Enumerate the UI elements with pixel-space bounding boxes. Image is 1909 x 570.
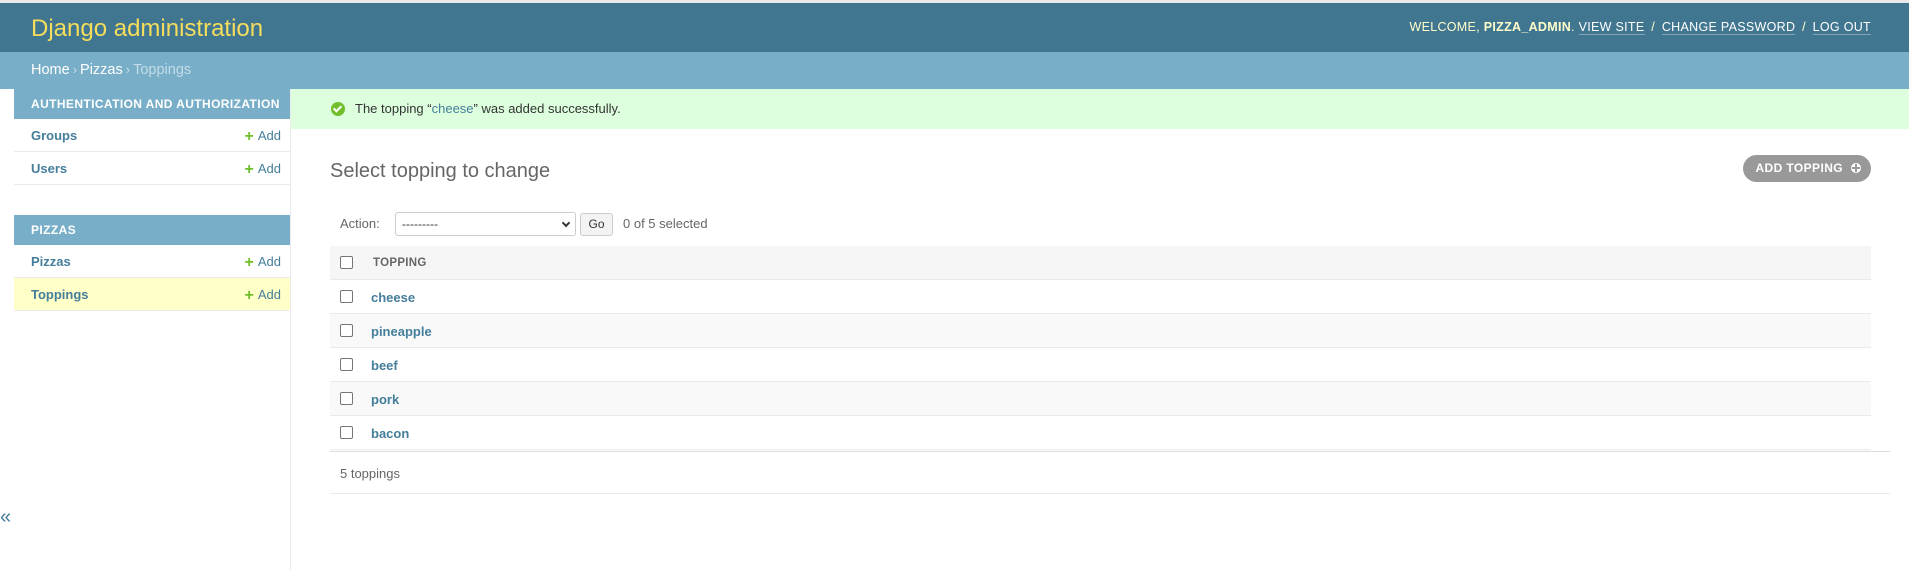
add-label: Add — [257, 161, 281, 176]
add-pizzas-link[interactable]: + Add — [244, 254, 281, 271]
sidebar-item-groups: Groups + Add — [14, 119, 290, 152]
go-button[interactable]: Go — [580, 213, 613, 236]
table-row: bacon — [330, 416, 1871, 450]
nav-sidebar: Authentication and Authorization Groups … — [14, 89, 291, 570]
user-tools: Welcome, pizza_admin. View site / Change… — [1409, 20, 1871, 35]
action-select[interactable]: --------- — [395, 212, 576, 236]
table-header: Topping — [330, 246, 1871, 280]
toggle-sidebar-button[interactable]: « — [0, 506, 11, 529]
add-label: Add — [257, 254, 281, 269]
topping-link[interactable]: beef — [371, 358, 398, 373]
chevron-down-icon — [561, 218, 571, 228]
header: Django administration Welcome, pizza_adm… — [0, 3, 1909, 52]
users-link[interactable]: Users — [31, 161, 67, 176]
table-row: pineapple — [330, 314, 1871, 348]
add-icon: + — [244, 128, 254, 145]
paginator: 5 toppings — [330, 451, 1890, 494]
breadcrumb-separator: › — [72, 62, 78, 77]
separator: / — [1802, 20, 1806, 34]
sidebar-item-toppings: Toppings + Add — [14, 278, 290, 311]
topping-link[interactable]: pineapple — [371, 324, 432, 339]
table-row: beef — [330, 348, 1871, 382]
module-auth: Authentication and Authorization Groups … — [14, 89, 290, 185]
row-checkbox[interactable] — [340, 392, 353, 405]
add-groups-link[interactable]: + Add — [244, 128, 281, 145]
toppings-link[interactable]: Toppings — [31, 287, 89, 302]
page-title: Select topping to change — [330, 160, 551, 182]
view-site-link[interactable]: View site — [1578, 20, 1645, 35]
add-topping-button[interactable]: Add topping — [1743, 155, 1871, 182]
plus-circle-icon — [1851, 163, 1861, 173]
breadcrumb-separator: › — [125, 62, 131, 77]
add-toppings-link[interactable]: + Add — [244, 287, 281, 304]
breadcrumb-pizzas[interactable]: Pizzas — [80, 62, 123, 78]
module-pizzas: Pizzas Pizzas + Add Toppings + Add — [14, 215, 290, 311]
sidebar-item-pizzas: Pizzas + Add — [14, 245, 290, 278]
breadcrumb-current: Toppings — [133, 62, 192, 78]
add-icon: + — [244, 161, 254, 178]
groups-link[interactable]: Groups — [31, 128, 77, 143]
add-label: Add — [257, 287, 281, 302]
breadcrumb: Home › Pizzas › Toppings — [0, 52, 1909, 89]
result-list: Topping cheese pineapple beef pork bacon — [330, 246, 1871, 450]
pizzas-link[interactable]: Pizzas — [31, 254, 71, 269]
row-checkbox[interactable] — [340, 324, 353, 337]
action-counter: 0 of 5 selected — [623, 216, 708, 231]
action-label: Action: — [340, 216, 380, 231]
message-text: The topping “cheese” was added successfu… — [355, 101, 621, 116]
add-icon: + — [244, 254, 254, 271]
change-password-link[interactable]: Change password — [1661, 20, 1796, 35]
topping-link[interactable]: cheese — [371, 290, 415, 305]
result-count: 5 toppings — [340, 466, 400, 481]
action-selected-value: --------- — [402, 217, 438, 231]
breadcrumb-home[interactable]: Home — [31, 62, 70, 78]
topping-link[interactable]: bacon — [371, 426, 409, 441]
topping-link[interactable]: pork — [371, 392, 399, 407]
module-caption-pizzas[interactable]: Pizzas — [14, 215, 290, 245]
add-label: Add — [257, 128, 281, 143]
table-row: pork — [330, 382, 1871, 416]
table-row: cheese — [330, 280, 1871, 314]
module-caption-auth[interactable]: Authentication and Authorization — [14, 89, 290, 119]
message-object-link[interactable]: cheese — [432, 101, 474, 116]
row-checkbox[interactable] — [340, 358, 353, 371]
success-message: The topping “cheese” was added successfu… — [291, 89, 1909, 129]
message-suffix: ” was added successfully. — [473, 101, 621, 116]
welcome-text: Welcome, — [1409, 20, 1480, 34]
log-out-link[interactable]: Log out — [1812, 20, 1871, 35]
sidebar-item-users: Users + Add — [14, 152, 290, 185]
separator: / — [1651, 20, 1656, 34]
site-brand[interactable]: Django administration — [31, 15, 263, 43]
username: pizza_admin — [1483, 20, 1572, 34]
select-all-checkbox[interactable] — [340, 256, 353, 269]
success-check-icon — [331, 102, 345, 116]
add-users-link[interactable]: + Add — [244, 161, 281, 178]
add-topping-label: Add topping — [1755, 161, 1843, 175]
message-prefix: The topping “ — [355, 101, 432, 116]
column-header-topping[interactable]: Topping — [373, 257, 427, 269]
row-checkbox[interactable] — [340, 426, 353, 439]
add-icon: + — [244, 287, 254, 304]
row-checkbox[interactable] — [340, 290, 353, 303]
